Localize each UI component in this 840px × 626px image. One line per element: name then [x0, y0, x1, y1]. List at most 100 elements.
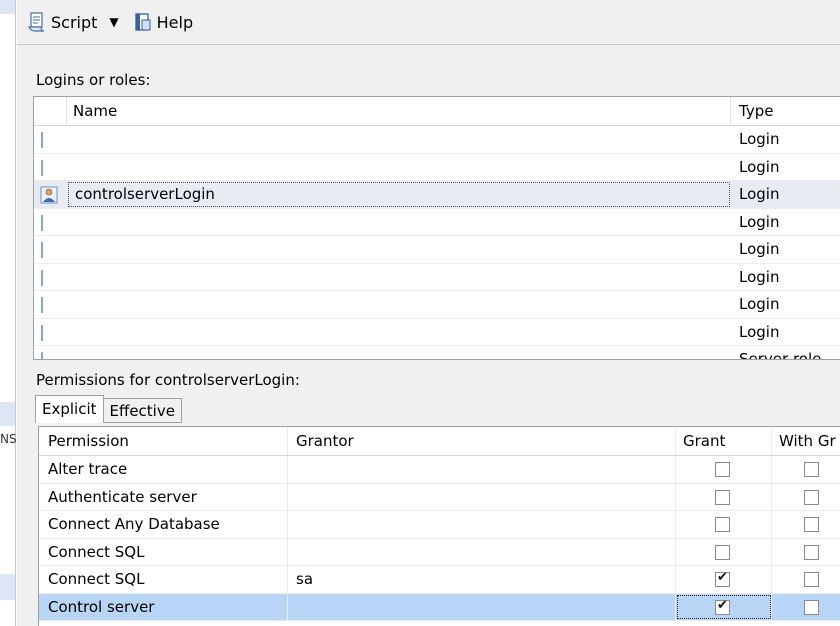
login-type-cell: Server role: [739, 350, 822, 360]
row-icon-cell: [34, 236, 67, 263]
with-grant-cell: [772, 484, 840, 511]
strip-partial-text: NS: [0, 432, 17, 446]
login-type-cell: Login: [739, 295, 780, 313]
grantor-cell: sa: [288, 566, 676, 593]
table-row[interactable]: Connect Any Database: [39, 511, 840, 539]
row-icon-cell: [34, 209, 67, 236]
login-type-cell: Login: [739, 157, 780, 176]
table-row[interactable]: Login: [34, 319, 840, 346]
login-name-cell: [67, 319, 731, 346]
grantor-column-header[interactable]: Grantor: [288, 427, 676, 455]
toolbar: Script ▼ Help: [17, 0, 840, 45]
grant-checkbox[interactable]: [715, 570, 730, 587]
login-icon: [41, 159, 43, 176]
script-icon: [28, 12, 45, 32]
permission-cell: Alter trace: [39, 456, 288, 483]
login-icon: [41, 132, 43, 148]
table-row[interactable]: Alter trace: [39, 456, 840, 484]
tab-effective[interactable]: Effective: [102, 398, 182, 423]
login-name-cell: [67, 264, 731, 291]
name-column-header[interactable]: Name: [67, 97, 731, 125]
permissions-grid[interactable]: Permission Grantor Grant With Gr Alter t…: [38, 426, 840, 626]
table-row[interactable]: Login: [34, 291, 840, 319]
permissions-section-label: Permissions for controlserverLogin:: [36, 371, 300, 389]
login-user-icon: [40, 186, 58, 204]
grant-cell: [676, 511, 772, 538]
with-grant-cell: [772, 594, 840, 621]
grant-checkbox[interactable]: [715, 598, 730, 615]
table-row[interactable]: Connect SQL sa: [39, 566, 840, 594]
login-name-cell: [67, 291, 731, 318]
login-name-cell: [67, 154, 731, 181]
table-row[interactable]: Authenticate server: [39, 483, 840, 511]
tab-explicit[interactable]: Explicit: [35, 395, 104, 423]
grant-cell: [676, 483, 772, 510]
login-name-cell: [67, 126, 731, 153]
login-name-cell: [67, 236, 731, 263]
login-icon: [41, 352, 43, 359]
with-grant-cell: [772, 566, 840, 593]
permission-cell: Connect SQL: [39, 538, 288, 565]
row-icon-cell: [34, 319, 67, 346]
table-row[interactable]: controlserverLogin Login: [34, 181, 840, 209]
table-row[interactable]: Connect SQL: [39, 538, 840, 566]
icon-column-header: [34, 97, 67, 125]
with-grant-column-header[interactable]: With Gr: [772, 427, 840, 455]
script-dropdown-arrow-icon[interactable]: ▼: [109, 15, 118, 29]
grantor-cell: [288, 593, 676, 620]
table-row[interactable]: Login: [34, 236, 840, 264]
row-icon-cell: [34, 126, 67, 153]
grantor-cell: [288, 511, 676, 538]
row-icon-cell: [34, 291, 67, 318]
login-type-cell: Login: [731, 181, 840, 208]
table-row[interactable]: Login: [34, 154, 840, 181]
permission-column-header[interactable]: Permission: [39, 427, 288, 455]
table-row[interactable]: Login: [34, 264, 840, 291]
login-icon: [41, 324, 43, 341]
help-button[interactable]: Help: [131, 8, 195, 36]
with-grant-checkbox[interactable]: [804, 544, 819, 560]
with-grant-checkbox[interactable]: [804, 517, 819, 532]
login-icon: [41, 269, 43, 286]
grant-checkbox[interactable]: [715, 462, 730, 477]
with-grant-checkbox[interactable]: [804, 572, 819, 587]
login-icon: [41, 242, 43, 258]
table-row[interactable]: Login: [34, 126, 840, 154]
login-type-cell: Login: [739, 322, 780, 341]
grant-cell: [676, 538, 772, 565]
type-column-header[interactable]: Type: [731, 97, 840, 125]
grant-column-header[interactable]: Grant: [676, 427, 772, 455]
grant-checkbox[interactable]: [715, 489, 730, 505]
grant-checkbox[interactable]: [715, 544, 730, 560]
grantor-cell: [288, 456, 676, 483]
permission-cell: Connect Any Database: [39, 511, 288, 538]
login-type-cell: Login: [739, 130, 780, 148]
grant-cell: [676, 456, 772, 483]
help-label: Help: [156, 12, 194, 32]
login-permissions-dialog: Script ▼ Help Logins or roles: Name Type…: [17, 0, 840, 626]
row-icon-cell: [34, 264, 67, 291]
row-icon-cell: [34, 154, 67, 181]
strip-highlight: [0, 0, 15, 14]
with-grant-checkbox[interactable]: [804, 462, 819, 477]
with-grant-checkbox[interactable]: [804, 599, 819, 615]
login-type-cell: Login: [739, 212, 780, 231]
strip-highlight: [0, 402, 15, 426]
grantor-cell: [288, 538, 676, 565]
with-grant-checkbox[interactable]: [804, 489, 819, 505]
with-grant-cell: [772, 539, 840, 566]
table-row[interactable]: Control server: [39, 593, 840, 621]
table-row[interactable]: Login: [34, 209, 840, 236]
permission-cell: Connect SQL: [39, 566, 288, 593]
table-row[interactable]: Server role: [34, 346, 840, 360]
grant-cell: [676, 593, 772, 620]
script-button[interactable]: Script: [25, 8, 99, 36]
logins-section-label: Logins or roles:: [36, 71, 151, 89]
with-grant-cell: [772, 456, 840, 483]
login-name-cell: [67, 346, 731, 359]
login-type-cell: Login: [739, 240, 780, 258]
login-type-cell: Login: [739, 267, 780, 286]
logins-grid[interactable]: Name Type Login Login controlserverLogin Lo…: [33, 96, 840, 360]
grant-checkbox[interactable]: [715, 517, 730, 532]
permission-cell: Authenticate server: [39, 483, 288, 510]
